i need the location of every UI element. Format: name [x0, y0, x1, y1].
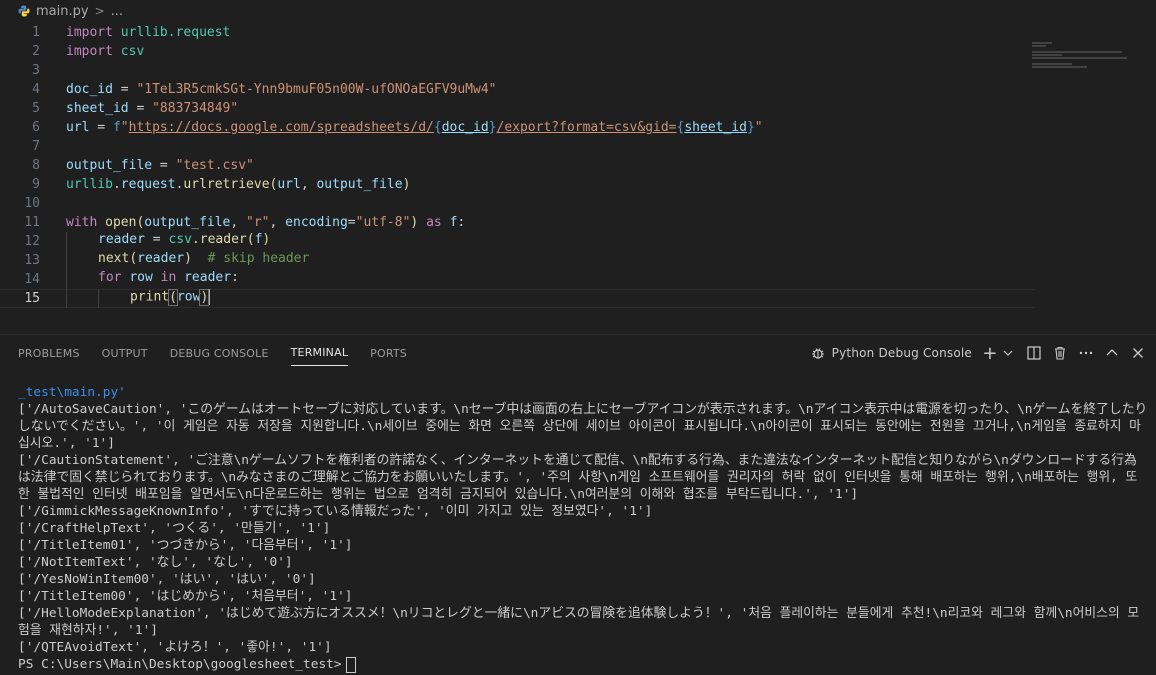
indent-guide [66, 251, 98, 270]
code-line[interactable]: 2 import csv [0, 42, 1040, 61]
indent-guide [66, 232, 98, 251]
code-line-current[interactable]: 15 print(row) [0, 288, 1035, 308]
debug-icon [810, 345, 826, 361]
code-line[interactable]: 6 url = f"https://docs.google.com/spread… [0, 118, 1040, 137]
line-number: 4 [32, 82, 40, 97]
code-line[interactable]: 4 doc_id = "1TeL3R5cmkSGt-Ynn9bmuF05n00W… [0, 80, 1040, 99]
code-line[interactable]: 9 urllib.request.urlretrieve(url, output… [0, 175, 1040, 194]
line-number: 1 [32, 25, 40, 40]
tab-debug-console[interactable]: DEBUG CONSOLE [170, 341, 269, 366]
terminal-profile-label[interactable]: Python Debug Console [832, 346, 972, 360]
chevron-down-icon[interactable] [1000, 345, 1016, 361]
tab-problems[interactable]: PROBLEMS [18, 341, 80, 366]
indent-guide [66, 270, 98, 289]
terminal-line: _test\main.py' [18, 385, 126, 400]
terminal-line: ['/NotItemText', 'なし', 'なし', '0'] [18, 555, 293, 570]
code-line[interactable]: 7 [0, 137, 1040, 156]
terminal-line: ['/AutoSaveCaution', 'このゲームはオートセーブに対応してい… [18, 402, 1148, 451]
more-actions-icon[interactable] [1078, 345, 1094, 361]
terminal-line: ['/YesNoWinItem00', 'はい', 'はい', '0'] [18, 572, 316, 587]
line-number: 3 [32, 63, 40, 78]
code-line[interactable]: 14 for row in reader: [0, 270, 1040, 289]
terminal-prompt[interactable]: PS C:\Users\Main\Desktop\googlesheet_tes… [18, 656, 1148, 673]
tab-output[interactable]: OUTPUT [102, 341, 148, 366]
terminal-line: ['/GimmickMessageKnownInfo', 'すでに持っている情報… [18, 504, 653, 519]
line-number: 11 [24, 215, 40, 230]
breadcrumb-separator: > [94, 4, 105, 18]
line-number: 12 [24, 234, 40, 249]
line-number: 13 [24, 253, 40, 268]
line-number: 7 [32, 139, 40, 154]
panel-tabbar: PROBLEMS OUTPUT DEBUG CONSOLE TERMINAL P… [0, 335, 1156, 371]
code-line[interactable]: 1 import urllib.request [0, 23, 1040, 42]
terminal-line: ['/TitleItem00', 'はじめから', '처음부터', '1'] [18, 589, 353, 604]
python-file-icon [18, 5, 30, 17]
trash-icon[interactable] [1052, 345, 1068, 361]
add-terminal-icon[interactable]: + [982, 343, 998, 364]
line-number: 6 [32, 120, 40, 135]
indent-guide [66, 289, 98, 308]
line-number: 8 [32, 158, 40, 173]
terminal-cursor [345, 656, 356, 673]
panel-actions: Python Debug Console + [810, 335, 1146, 371]
line-number: 9 [32, 177, 40, 192]
breadcrumb-more[interactable]: ... [111, 4, 123, 19]
url-link[interactable]: https://docs.google.com/spreadsheets/d/ [129, 120, 434, 135]
terminal-line: ['/QTEAvoidText', 'よけろ！', '좋아!', '1'] [18, 640, 332, 655]
terminal-line: ['/TitleItem01', 'つづきから', '다음부터', '1'] [18, 538, 353, 553]
minimap[interactable] [1032, 42, 1132, 82]
code-line[interactable]: 13 next(reader) # skip header [0, 251, 1040, 270]
tab-ports[interactable]: PORTS [370, 341, 407, 366]
code-line[interactable]: 3 [0, 61, 1040, 80]
line-number: 15 [24, 291, 40, 306]
code-line[interactable]: 11 with open(output_file, "r", encoding=… [0, 213, 1040, 232]
terminal-line: ['/CautionStatement', 'ご注意\nゲームソフトを権利者の許… [18, 453, 1138, 502]
prompt-text: PS C:\Users\Main\Desktop\googlesheet_tes… [18, 657, 342, 672]
line-number: 14 [24, 272, 40, 287]
tab-terminal[interactable]: TERMINAL [290, 340, 349, 366]
code-line[interactable]: 10 [0, 194, 1040, 213]
code-line[interactable]: 12 reader = csv.reader(f) [0, 232, 1040, 251]
breadcrumb[interactable]: main.py > ... [0, 0, 1156, 22]
indent-guide [98, 289, 130, 308]
code-line[interactable]: 8 output_file = "test.csv" [0, 156, 1040, 175]
terminal-line: ['/HelloModeExplanation', 'はじめて遊ぶ方にオススメ！… [18, 606, 1140, 638]
line-number: 10 [24, 196, 40, 211]
close-icon[interactable] [1130, 345, 1146, 361]
maximize-panel-icon[interactable] [1104, 345, 1120, 361]
line-number: 5 [32, 101, 40, 116]
code-line[interactable]: 5 sheet_id = "883734849" [0, 99, 1040, 118]
line-number: 2 [32, 44, 40, 59]
terminal-output[interactable]: _test\main.py' ['/AutoSaveCaution', 'このゲ… [18, 384, 1148, 674]
breadcrumb-file[interactable]: main.py [36, 4, 89, 19]
split-terminal-icon[interactable] [1026, 345, 1042, 361]
text-cursor [208, 289, 211, 305]
code-editor[interactable]: 1 import urllib.request 2 import csv 3 4… [0, 22, 1156, 334]
terminal-line: ['/CraftHelpText', 'つくる', '만들기', '1'] [18, 521, 331, 536]
